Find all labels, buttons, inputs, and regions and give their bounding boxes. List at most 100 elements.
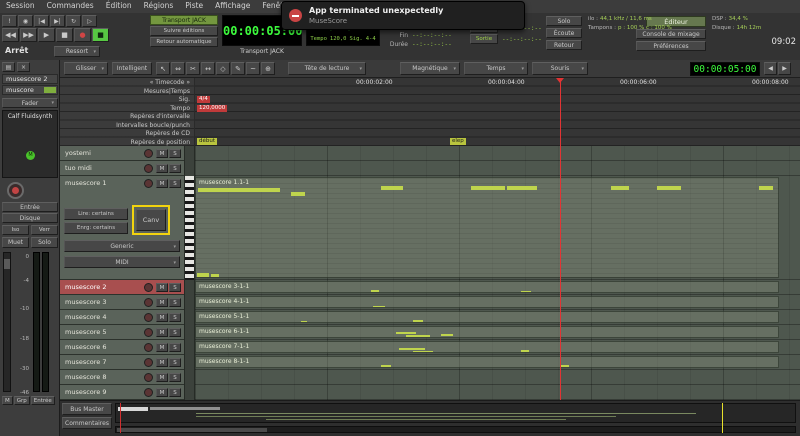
zoom-tool-icon[interactable]: ⊕ [261, 62, 275, 75]
selection-value-1[interactable]: --:--:--:-- [412, 32, 452, 39]
track-solo-button[interactable]: S [169, 283, 181, 292]
track-mute-button[interactable]: M [156, 179, 168, 188]
location-marker-début[interactable]: début [197, 138, 217, 145]
grab-tool-icon[interactable]: ↖ [156, 62, 170, 75]
tempo-marker[interactable]: 120,0000 [197, 105, 227, 112]
stop-icon[interactable]: ■ [56, 28, 73, 42]
track-header-musescore-5[interactable]: musescore 5MS [60, 325, 184, 340]
track-solo-button[interactable]: S [169, 149, 181, 158]
region-musescore-4-1-1[interactable]: musescore 4-1-1 [195, 296, 779, 308]
ruler-label-4[interactable]: Repères d'intervalle [130, 113, 190, 120]
fast-forward-icon[interactable]: ▶▶ [20, 28, 37, 42]
track-header-musescore-1[interactable]: musescore 1MSLire: certainsEnrg: certain… [60, 176, 184, 280]
midi-panic-icon[interactable]: ! [2, 15, 17, 27]
region-musescore-3-1-1[interactable]: musescore 3-1-1 [195, 281, 779, 293]
location-marker-elep[interactable]: elep [450, 138, 466, 145]
canvas-row-musescore-6[interactable]: musescore 7-1-1 [195, 340, 800, 355]
track-mute-button[interactable]: M [156, 388, 168, 397]
loop-icon[interactable]: ↻ [66, 15, 81, 27]
track-mute-button[interactable]: M [156, 164, 168, 173]
meter-marker[interactable]: 4/4 [197, 96, 210, 103]
disk-monitor-button[interactable]: Disque [2, 213, 58, 223]
track-header-yostemi[interactable]: yostemiMS [60, 146, 184, 161]
track-solo-button[interactable]: S [169, 179, 181, 188]
playhead-marker-icon[interactable] [556, 78, 564, 83]
piano-keyboard[interactable] [185, 176, 194, 280]
track-solo-button[interactable]: S [169, 164, 181, 173]
strip-solo-button[interactable]: Solo [31, 237, 58, 248]
punch-out-button[interactable]: Sortie [470, 34, 498, 44]
track-mute-button[interactable]: M [156, 343, 168, 352]
internal-edit-tool-icon[interactable]: ~ [246, 62, 260, 75]
record-enable-button[interactable] [144, 313, 153, 322]
input-monitor-button[interactable]: Entrée [2, 202, 58, 212]
track-solo-button[interactable]: S [169, 373, 181, 382]
editor-clock[interactable]: 00:00:05:00 [690, 62, 760, 76]
canvas-row-musescore-8[interactable] [195, 370, 800, 385]
menu-item-piste[interactable]: Piste [179, 0, 209, 13]
ruler-label-1[interactable]: Mesures|Temps [144, 88, 190, 95]
track-header-musescore-2[interactable]: musescore 2MS [60, 280, 184, 295]
track-header-musescore-8[interactable]: musescore 8MS [60, 370, 184, 385]
record-enable-button[interactable] [144, 343, 153, 352]
track-header-musescore-3[interactable]: musescore 3MS [60, 295, 184, 310]
processor-box[interactable]: Calf Fluidsynth M [2, 110, 58, 178]
locate-prev-icon[interactable]: ◀ [764, 62, 777, 75]
canvas-row-musescore-5[interactable]: musescore 6-1-1 [195, 325, 800, 340]
fader-mode-dropdown[interactable]: Fader ▾ [2, 98, 58, 108]
goto-start-icon[interactable]: |◀ [34, 15, 49, 27]
solo-global-button[interactable]: Solo [546, 16, 582, 26]
strip-mute-button[interactable]: Muet [2, 237, 29, 248]
cut-tool-icon[interactable]: ✂ [186, 62, 200, 75]
record-enable-button[interactable] [144, 388, 153, 397]
ruler-label-6[interactable]: Repères de CD [146, 130, 190, 137]
record-armed-icon[interactable]: ■ [92, 28, 109, 42]
mouse-mode-dropdown[interactable]: Souris ▾ [532, 62, 588, 75]
comments-button[interactable]: Commentaires [62, 417, 112, 429]
ruler-label-5[interactable]: Intervalles boucle/punch [116, 122, 190, 129]
track-mute-button[interactable]: M [156, 149, 168, 158]
track-mute-button[interactable]: M [156, 313, 168, 322]
track-solo-button[interactable]: S [169, 313, 181, 322]
record-enable-button[interactable] [144, 298, 153, 307]
strip-route-2[interactable]: muscore [2, 85, 58, 95]
track-solo-button[interactable]: S [169, 298, 181, 307]
solo-iso-button[interactable]: Iso [2, 225, 29, 235]
stretch-tool-icon[interactable]: ↔ [201, 62, 215, 75]
menu-item-commandes[interactable]: Commandes [41, 0, 100, 13]
ruler-label-3[interactable]: Tempo [170, 105, 190, 112]
playhead-line[interactable] [560, 78, 561, 400]
menu-item-édition[interactable]: Édition [100, 0, 138, 13]
ruler-label-0[interactable]: « Timecode » [150, 79, 190, 86]
solo-active-icon[interactable]: ◉ [18, 15, 33, 27]
region-musescore-6-1-1[interactable]: musescore 6-1-1 [195, 326, 779, 338]
region-musescore-5-1-1[interactable]: musescore 5-1-1 [195, 311, 779, 323]
track-mute-button[interactable]: M [156, 283, 168, 292]
menu-item-session[interactable]: Session [0, 0, 41, 13]
track-solo-button[interactable]: S [169, 328, 181, 337]
grid-tool-icon[interactable]: ◇ [216, 62, 230, 75]
auto-return-button[interactable]: Retour automatique [150, 37, 218, 47]
selection-value-2[interactable]: --:--:--:-- [412, 41, 452, 48]
strip-bottom-m[interactable]: M [2, 396, 13, 405]
preferences-button[interactable]: Préférences [636, 41, 706, 51]
canvas-row-yostemi[interactable] [195, 146, 800, 161]
record-enable-button[interactable] [144, 373, 153, 382]
region-musescore-8-1-1[interactable]: musescore 8-1-1 [195, 356, 779, 368]
midi-rec-channels-button[interactable]: Enrg: certains [64, 222, 128, 234]
grid-unit-dropdown[interactable]: Temps ▾ [464, 62, 528, 75]
draw-tool-icon[interactable]: ✎ [231, 62, 245, 75]
ruler-label-7[interactable]: Repères de position [131, 139, 190, 146]
fader-handle[interactable] [4, 259, 10, 269]
track-header-musescore-4[interactable]: musescore 4MS [60, 310, 184, 325]
midi-channel-button[interactable]: Canv [136, 209, 166, 231]
scrollbar-thumb[interactable] [117, 428, 267, 432]
feedback-button[interactable]: Retour [546, 40, 582, 50]
record-arm-button[interactable] [7, 182, 24, 199]
canvas-row-musescore-7[interactable]: musescore 8-1-1 [195, 355, 800, 370]
record-enable-button[interactable] [144, 164, 153, 173]
strip-bottom-entrée[interactable]: Entrée [31, 396, 55, 405]
track-solo-button[interactable]: S [169, 388, 181, 397]
play-icon[interactable]: ▶ [38, 28, 55, 42]
spring-mode-dropdown[interactable]: Ressort ▾ [54, 46, 100, 57]
